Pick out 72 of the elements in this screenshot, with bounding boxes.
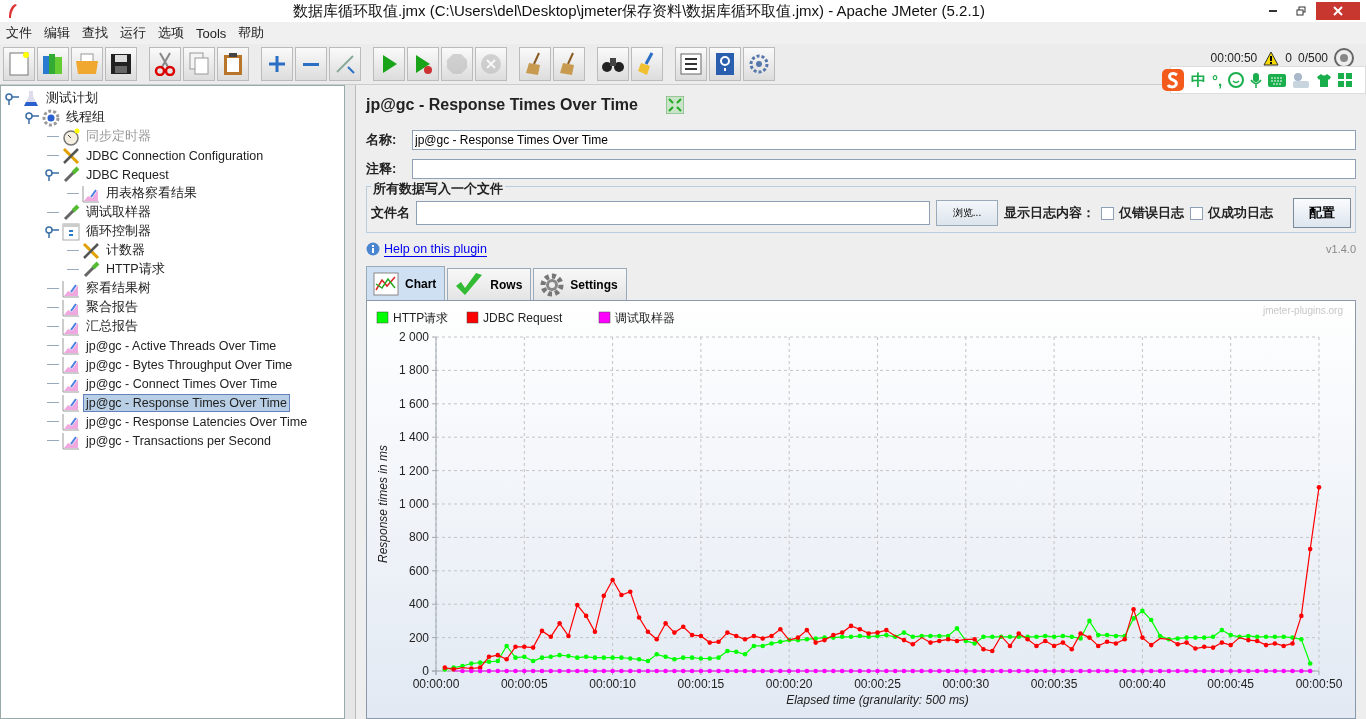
- field-label: 名称:: [366, 130, 398, 149]
- x-axis-title: Elapsed time (granularity: 500 ms): [786, 693, 969, 707]
- browse-button[interactable]: 浏览...: [936, 200, 998, 226]
- panel-title: jp@gc - Response Times Over Time: [366, 96, 638, 114]
- y-tick-label: 200: [408, 630, 429, 645]
- tab[interactable]: Settings: [533, 268, 627, 300]
- tab[interactable]: Chart: [366, 266, 446, 300]
- thread-count: 0/500: [1297, 51, 1328, 65]
- y-tick-label: 1 000: [398, 497, 429, 511]
- tree-item[interactable]: jp@gc - Transactions per Second: [83, 431, 274, 450]
- tree-item[interactable]: 测试计划: [43, 88, 101, 109]
- x-tick-label: 00:00:35: [1030, 677, 1078, 691]
- y-tick-label: 800: [408, 530, 429, 545]
- x-tick-label: 00:00:30: [942, 677, 990, 691]
- x-tick-label: 00:00:45: [1207, 677, 1255, 691]
- tree-item[interactable]: HTTP请求: [103, 259, 168, 280]
- tree-item[interactable]: JDBC Request: [83, 165, 172, 184]
- tree-item[interactable]: 用表格察看结果: [103, 183, 200, 204]
- field-label: 文件名: [371, 204, 410, 222]
- version-label: v1.4.0: [1326, 243, 1356, 255]
- menu-item[interactable]: 查找: [76, 24, 114, 42]
- y-tick-label: 0: [422, 664, 429, 678]
- elapsed-time: 00:00:50: [1210, 51, 1258, 65]
- y-tick-label: 1 400: [398, 430, 429, 445]
- x-tick-label: 00:00:05: [500, 677, 548, 691]
- tree-item[interactable]: 汇总报告: [83, 316, 141, 337]
- name-field[interactable]: jp@gc - Response Times Over Time: [412, 129, 1356, 150]
- error-count: 0: [1285, 51, 1292, 65]
- x-tick-label: 00:00:50: [1295, 677, 1343, 691]
- help-link[interactable]: Help on this plugin: [384, 241, 487, 257]
- x-tick-label: 00:00:10: [589, 677, 636, 691]
- window-title: 数据库循环取值.jmx (C:\Users\del\Desktop\jmeter保存资料\数据库循环取值.jmx) - Apache JMeter (5.2.1): [292, 1, 986, 21]
- x-tick-label: 00:00:25: [854, 677, 901, 691]
- tree-item[interactable]: 循环控制器: [83, 221, 154, 242]
- x-tick-label: 00:00:00: [412, 677, 460, 691]
- tree-item[interactable]: 调试取样器: [83, 202, 154, 223]
- group-title: 所有数据写入一个文件: [371, 180, 505, 198]
- y-axis-title: Response times in ms: [376, 445, 390, 563]
- checkbox-label: 仅错误日志: [1119, 204, 1184, 222]
- menu-item[interactable]: Tools: [190, 25, 233, 41]
- tree-item[interactable]: jp@gc - Response Latencies Over Time: [83, 412, 311, 431]
- x-tick-label: 00:00:20: [765, 677, 813, 691]
- legend-label: HTTP请求: [393, 311, 449, 325]
- menu-item[interactable]: 编辑: [38, 24, 76, 42]
- tree-item[interactable]: 察看结果树: [83, 278, 154, 299]
- tree-item[interactable]: jp@gc - Active Threads Over Time: [83, 336, 280, 355]
- menu-item[interactable]: 运行: [114, 24, 152, 42]
- y-tick-label: 600: [408, 563, 429, 578]
- tree-item[interactable]: jp@gc - Response Times Over Time: [83, 393, 290, 412]
- tree-item[interactable]: 计数器: [103, 240, 148, 261]
- checkbox-label: 仅成功日志: [1208, 204, 1273, 222]
- y-tick-label: 1 800: [398, 363, 429, 378]
- configure-button[interactable]: 配置: [1293, 198, 1351, 228]
- x-tick-label: 00:00:15: [677, 677, 725, 691]
- y-tick-label: 2 000: [398, 330, 429, 344]
- y-tick-label: 400: [408, 597, 429, 612]
- x-tick-label: 00:00:40: [1119, 677, 1166, 691]
- log-label: 显示日志内容：: [1004, 204, 1095, 222]
- menu-item[interactable]: 文件: [0, 24, 38, 42]
- tree-item[interactable]: 聚合报告: [83, 297, 141, 318]
- tree-item[interactable]: 线程组: [63, 107, 108, 128]
- legend-label: 调试取样器: [615, 311, 675, 325]
- y-tick-label: 1 600: [398, 396, 429, 411]
- tab[interactable]: Rows: [447, 268, 532, 300]
- tree-item[interactable]: jp@gc - Bytes Throughput Over Time: [83, 355, 296, 374]
- legend-label: JDBC Request: [483, 311, 563, 325]
- menu-item[interactable]: 帮助: [232, 24, 271, 42]
- y-tick-label: 1 200: [398, 463, 429, 478]
- field-label: 注释:: [366, 159, 398, 178]
- tree-item[interactable]: jp@gc - Connect Times Over Time: [83, 374, 281, 393]
- menu-item[interactable]: 选项: [152, 24, 190, 42]
- tree-item[interactable]: JDBC Connection Configuration: [83, 146, 267, 165]
